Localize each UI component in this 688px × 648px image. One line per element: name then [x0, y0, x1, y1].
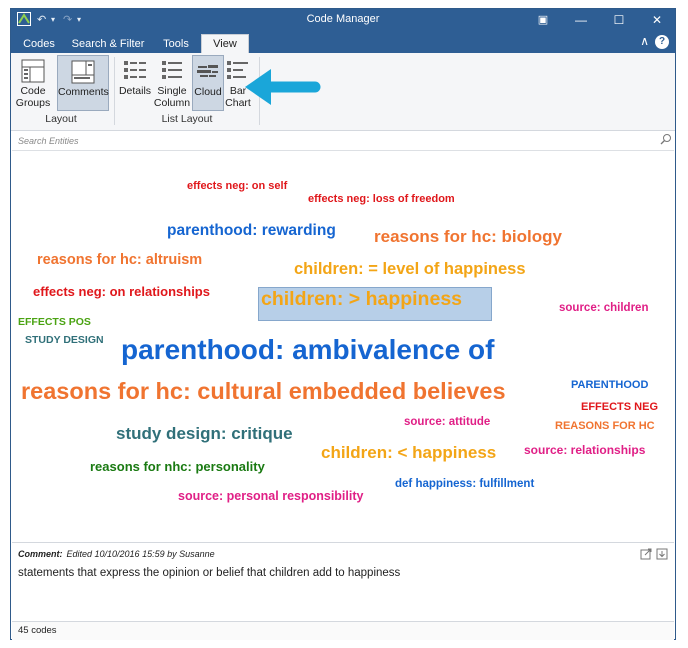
single-column-label: Single Column	[153, 85, 191, 109]
comments-label: Comments	[58, 86, 109, 98]
details-button[interactable]: Details	[117, 55, 153, 111]
collapse-ribbon-icon[interactable]: ∧	[640, 34, 649, 48]
cloud-word-code[interactable]: effects neg: on relationships	[33, 285, 210, 298]
layout-group-label: Layout	[45, 113, 77, 125]
pin-window-icon[interactable]: ▣	[529, 11, 557, 29]
comments-icon	[71, 60, 95, 87]
cloud-word-code[interactable]: source: children	[559, 302, 648, 315]
cloud-word-code[interactable]: source: personal responsibility	[178, 490, 363, 503]
comment-label: Comment:	[18, 549, 63, 559]
cloud-icon	[196, 60, 220, 87]
export-comment-icon[interactable]	[656, 547, 668, 560]
cloud-word-code-group[interactable]: PARENTHOOD	[571, 380, 648, 391]
minimize-button[interactable]: —	[567, 11, 595, 29]
maximize-button[interactable]: ☐	[605, 11, 633, 29]
close-button[interactable]: ✕	[643, 11, 671, 29]
cloud-button[interactable]: Cloud	[192, 55, 224, 111]
cloud-word-code[interactable]: source: attitude	[404, 416, 490, 429]
single-column-button[interactable]: Single Column	[153, 55, 191, 111]
tab-codes[interactable]: Codes	[15, 35, 63, 53]
ribbon-tabs: Codes Search & Filter Tools View ∧ ?	[11, 32, 675, 54]
cloud-word-code[interactable]: reasons for hc: altruism	[37, 253, 202, 268]
cloud-word-code[interactable]: effects neg: on self	[187, 181, 287, 192]
ribbon-view: Code Groups Comments Layout Details Sing…	[11, 53, 675, 131]
comment-text[interactable]: statements that express the opinion or b…	[18, 567, 400, 579]
cloud-word-code[interactable]: def happiness: fulfillment	[395, 478, 534, 491]
code-count: 45 codes	[18, 625, 57, 636]
details-icon	[123, 59, 147, 86]
ribbon-separator	[114, 57, 115, 125]
cloud-word-code-group[interactable]: STUDY DESIGN	[25, 335, 104, 346]
code-groups-icon	[21, 59, 45, 86]
cloud-label: Cloud	[194, 86, 222, 98]
comments-button[interactable]: Comments	[57, 55, 109, 111]
cloud-word-code[interactable]: children: = level of happiness	[294, 261, 526, 278]
status-bar: 45 codes	[12, 621, 674, 640]
list-layout-group-label: List Layout	[161, 113, 213, 125]
cloud-word-code[interactable]: parenthood: ambivalence of	[121, 336, 494, 364]
cloud-word-code-group[interactable]: EFFECTS NEG	[581, 402, 658, 413]
tab-view[interactable]: View	[201, 34, 249, 54]
comment-pane: Comment: Edited 10/10/2016 15:59 by Susan…	[12, 542, 674, 621]
title-bar: ↶ ▾ ↷ ▾ Code Manager ▣ — ☐ ✕	[11, 9, 675, 32]
code-cloud: effects neg: on self effects neg: loss o…	[12, 152, 674, 542]
single-column-icon	[160, 59, 184, 86]
search-input[interactable]: Search Entities	[18, 136, 79, 146]
cloud-word-code-group[interactable]: REASONS FOR HC	[555, 421, 655, 432]
cloud-word-code[interactable]: parenthood: rewarding	[167, 223, 336, 239]
code-groups-button[interactable]: Code Groups	[13, 55, 53, 111]
help-icon[interactable]: ?	[655, 35, 669, 49]
cloud-word-code[interactable]: children: < happiness	[321, 444, 496, 461]
cloud-word-code[interactable]: effects neg: loss of freedom	[308, 194, 455, 205]
search-entities-bar[interactable]: Search Entities	[12, 132, 674, 151]
comment-meta: Edited 10/10/2016 15:59 by Susanne	[66, 549, 215, 559]
tab-tools[interactable]: Tools	[155, 35, 197, 53]
cloud-word-code[interactable]: reasons for nhc: personality	[90, 460, 265, 473]
comment-header: Comment: Edited 10/10/2016 15:59 by Susan…	[18, 549, 215, 559]
tab-search-filter[interactable]: Search & Filter	[67, 35, 149, 53]
cloud-word-code[interactable]: reasons for hc: biology	[374, 228, 562, 245]
details-label: Details	[118, 85, 152, 97]
cloud-word-code-group[interactable]: EFFECTS POS	[18, 317, 91, 328]
cloud-word-code[interactable]: reasons for hc: cultural embedded believ…	[21, 379, 506, 404]
annotation-arrow	[245, 69, 321, 105]
edit-comment-icon[interactable]	[640, 547, 652, 560]
cloud-word-code[interactable]: source: relationships	[524, 444, 645, 456]
search-icon[interactable]	[660, 133, 672, 147]
code-groups-label: Code Groups	[15, 85, 51, 109]
cloud-word-selected[interactable]: children: > happiness	[258, 287, 492, 321]
cloud-word-code[interactable]: study design: critique	[116, 425, 293, 442]
